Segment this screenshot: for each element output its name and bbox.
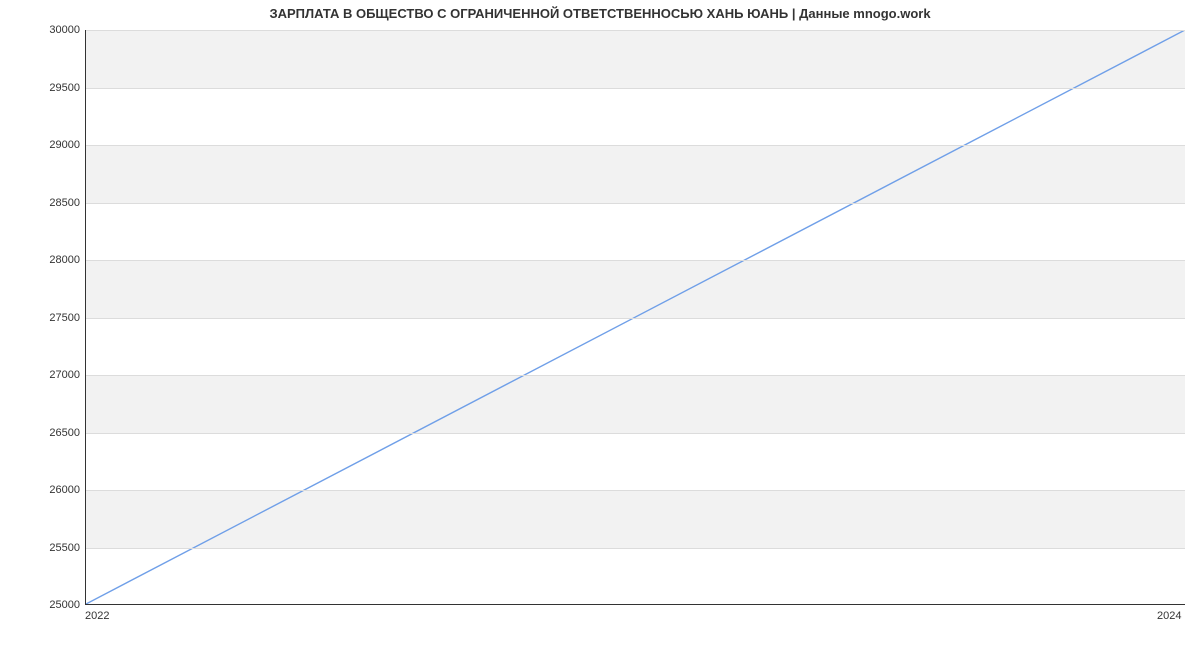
y-gridline <box>86 260 1185 261</box>
y-tick-label: 26500 <box>5 427 80 439</box>
y-gridline <box>86 548 1185 549</box>
y-tick-label: 25500 <box>5 542 80 554</box>
chart-title: ЗАРПЛАТА В ОБЩЕСТВО С ОГРАНИЧЕННОЙ ОТВЕТ… <box>0 6 1200 21</box>
plot-area <box>85 30 1185 605</box>
y-tick-label: 29000 <box>5 139 80 151</box>
y-tick-label: 25000 <box>5 599 80 611</box>
x-tick-label: 2022 <box>85 610 109 622</box>
y-tick-label: 28500 <box>5 197 80 209</box>
y-gridline <box>86 30 1185 31</box>
chart-container: ЗАРПЛАТА В ОБЩЕСТВО С ОГРАНИЧЕННОЙ ОТВЕТ… <box>0 0 1200 650</box>
y-gridline <box>86 145 1185 146</box>
y-tick-label: 28000 <box>5 254 80 266</box>
y-gridline <box>86 88 1185 89</box>
y-tick-label: 27000 <box>5 369 80 381</box>
y-tick-label: 26000 <box>5 484 80 496</box>
x-tick-label: 2024 <box>1157 610 1181 622</box>
y-gridline <box>86 203 1185 204</box>
y-gridline <box>86 375 1185 376</box>
y-tick-label: 30000 <box>5 24 80 36</box>
y-tick-label: 27500 <box>5 312 80 324</box>
y-gridline <box>86 490 1185 491</box>
y-tick-label: 29500 <box>5 82 80 94</box>
y-gridline <box>86 433 1185 434</box>
y-gridline <box>86 318 1185 319</box>
